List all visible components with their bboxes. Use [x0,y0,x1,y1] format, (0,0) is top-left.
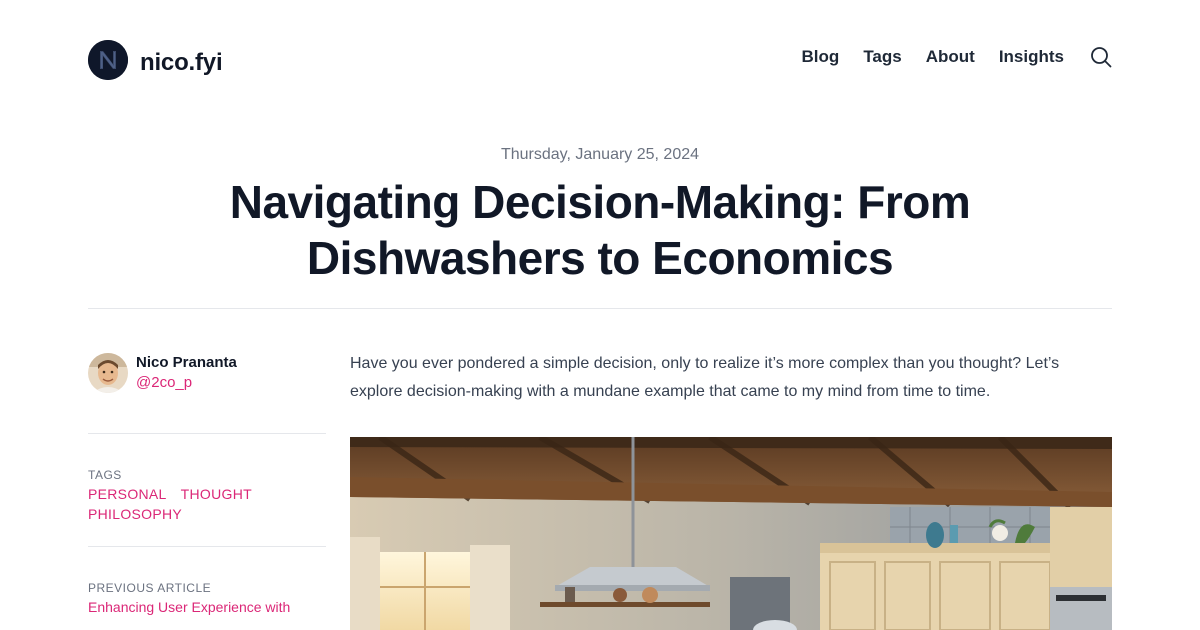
author-card: Nico Prananta @2co_p [88,352,326,394]
sidebar-divider [88,546,326,547]
nav-blog[interactable]: Blog [802,47,840,67]
tag-personal[interactable]: Personal [88,484,167,504]
nav-tags[interactable]: Tags [863,47,901,67]
search-icon [1091,47,1112,68]
site-logo[interactable] [88,40,128,80]
n-letter-logo-icon [88,40,128,80]
tag-list: Personal Thought Philosophy [88,484,326,524]
article-title: Navigating Decision-Making: From Dishwas… [229,176,971,284]
author-name: Nico Prananta [136,354,237,371]
article-sidebar: Nico Prananta @2co_p Tags Personal Thoug… [88,352,326,617]
previous-article-link[interactable]: Enhancing User Experience with [88,597,326,617]
sidebar-divider [88,433,326,434]
main-nav: Blog Tags About Insights [778,46,1112,68]
search-button[interactable] [1090,46,1112,68]
tag-philosophy[interactable]: Philosophy [88,504,182,524]
previous-article-label: Previous Article [88,581,212,595]
nav-about[interactable]: About [926,47,975,67]
tags-label: Tags [88,468,122,482]
article-body: Have you ever pondered a simple decision… [350,350,1112,406]
site-header: nico.fyi Blog Tags About Insights [88,40,1112,80]
nav-insights[interactable]: Insights [999,47,1064,67]
article-date: Thursday, January 25, 2024 [500,146,700,163]
hero-image [350,437,1112,630]
author-avatar[interactable] [88,353,128,393]
author-handle-link[interactable]: @2co_p [136,373,237,393]
title-divider [88,308,1112,309]
kitchen-illustration [350,437,1112,630]
site-name[interactable]: nico.fyi [140,49,223,77]
article-intro: Have you ever pondered a simple decision… [350,355,1060,400]
tag-thought[interactable]: Thought [181,484,252,504]
